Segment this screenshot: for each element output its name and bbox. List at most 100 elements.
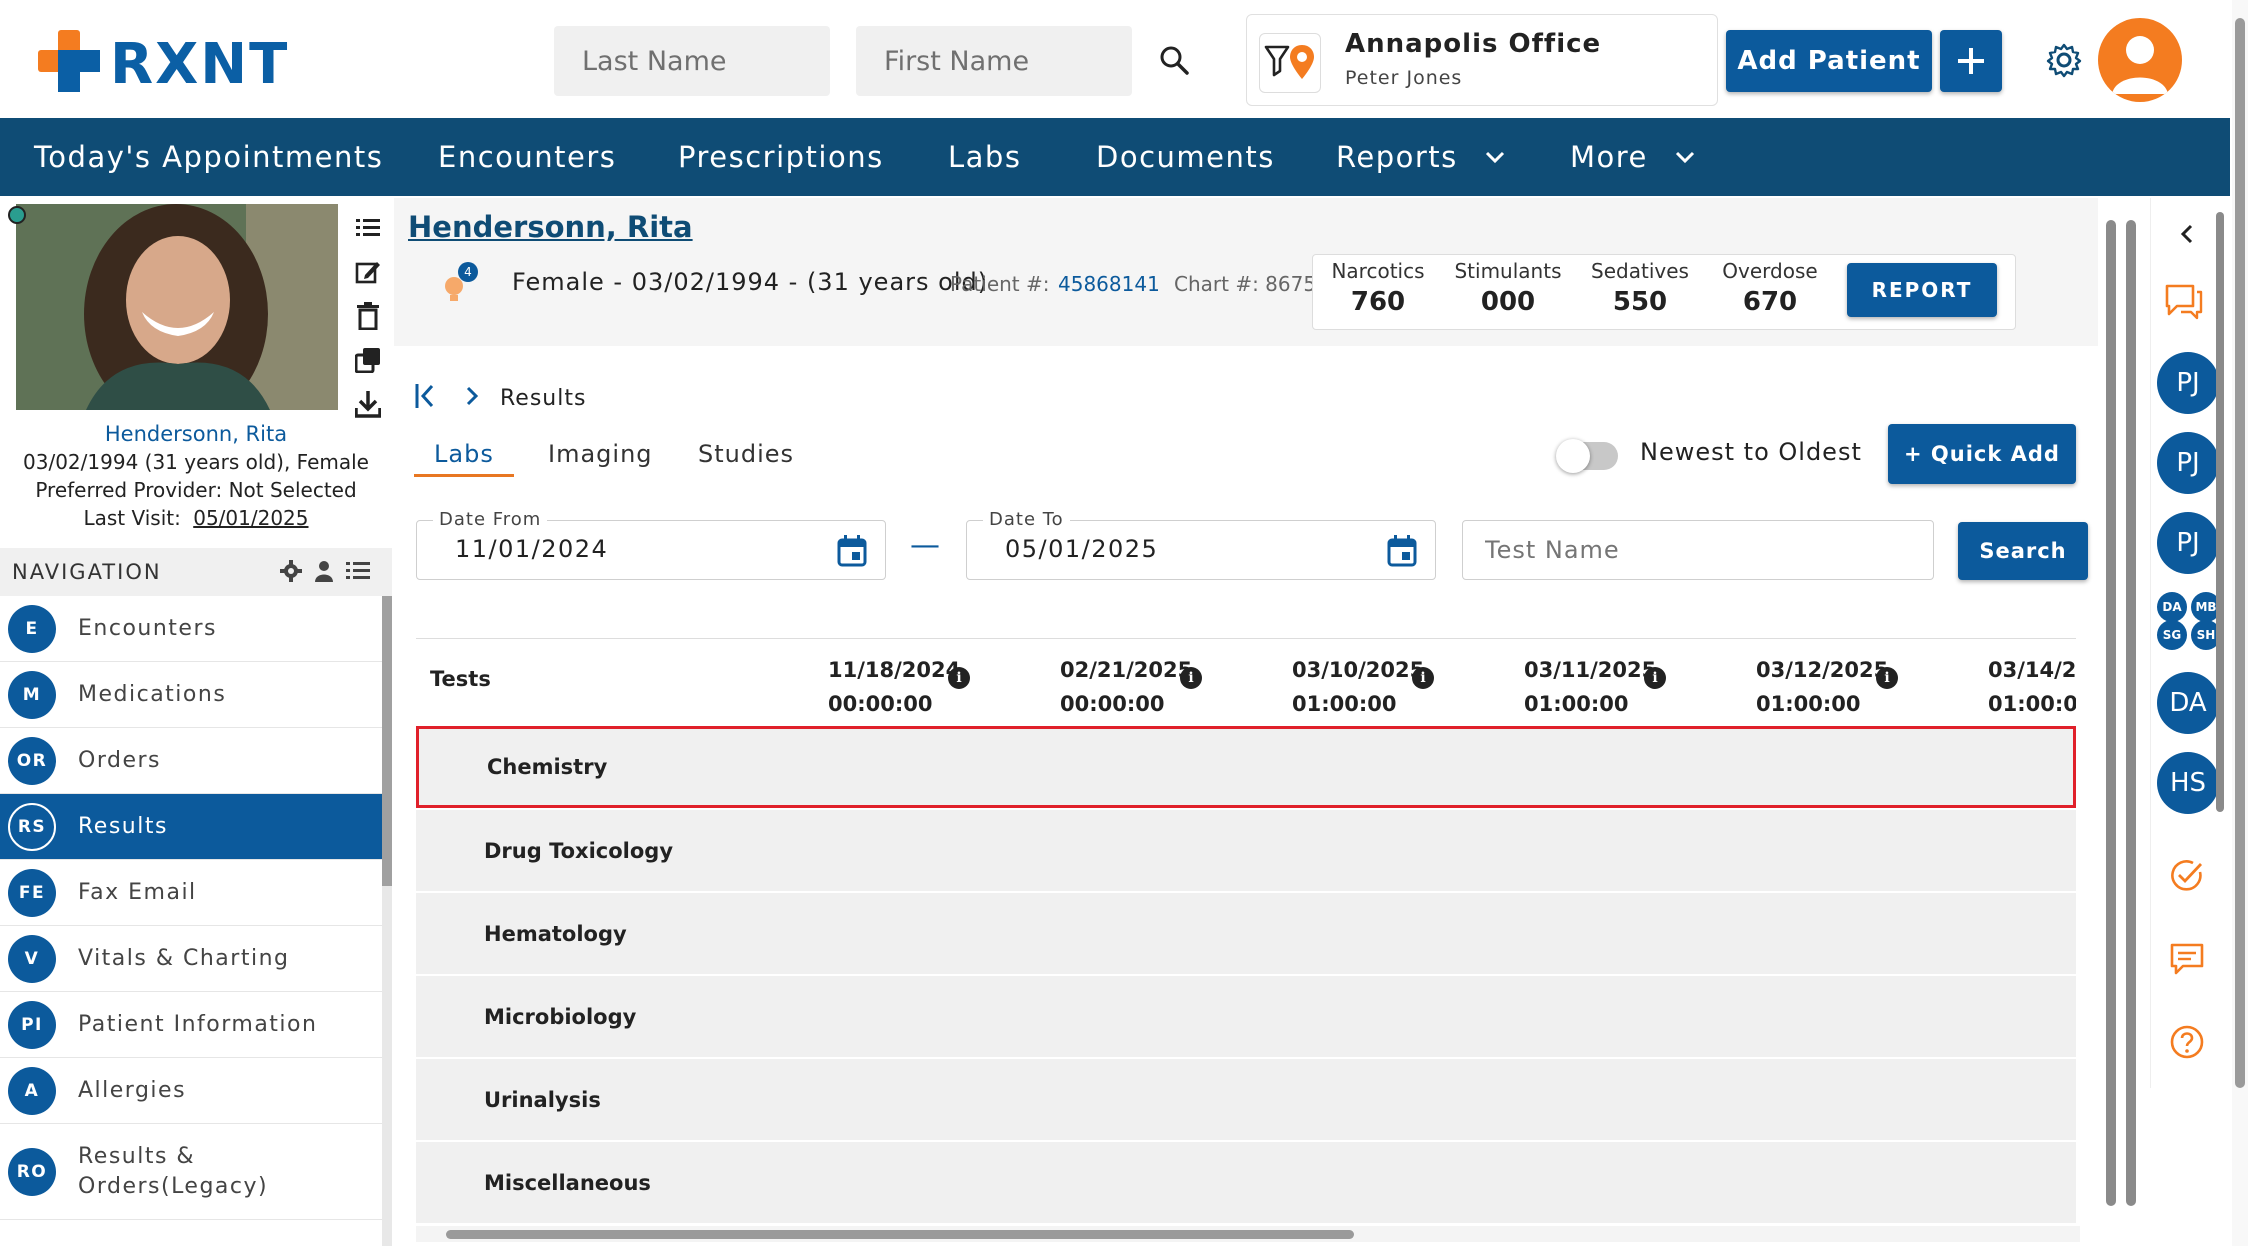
last-name-input[interactable]: [554, 26, 830, 96]
check-circle-icon[interactable]: [2169, 858, 2205, 898]
date-range-separator: —: [910, 528, 940, 563]
last-visit-date[interactable]: 05/01/2025: [193, 506, 308, 530]
list-icon[interactable]: [346, 561, 370, 586]
info-icon[interactable]: i: [1644, 667, 1666, 689]
download-icon[interactable]: [352, 382, 384, 426]
right-rail-scrollbar[interactable]: [2214, 198, 2226, 828]
main-navbar: Today's Appointments Encounters Prescrip…: [0, 118, 2230, 196]
nav-item-results-orders-legacy[interactable]: RO Results & Orders(Legacy): [0, 1124, 382, 1220]
navigation-scrollbar-thumb[interactable]: [382, 596, 392, 886]
nav-item-patient-information[interactable]: PI Patient Information: [0, 992, 382, 1058]
nav-item-results[interactable]: RS Results: [0, 794, 382, 860]
nav-more[interactable]: More: [1570, 118, 1696, 196]
info-icon[interactable]: i: [948, 667, 970, 689]
grid-column-header[interactable]: 03/10/2025 01:00:00: [1292, 653, 1424, 721]
gear-icon[interactable]: [280, 560, 302, 587]
grid-column-header[interactable]: 11/18/2024 00:00:00: [828, 653, 960, 721]
user-avatar[interactable]: PJ: [2157, 512, 2219, 574]
sort-order-toggle[interactable]: [1556, 439, 1618, 473]
add-patient-button[interactable]: Add Patient: [1726, 30, 1932, 92]
calendar-icon[interactable]: [1387, 535, 1417, 571]
date-from-field[interactable]: Date From 11/01/2024: [416, 509, 886, 580]
grid-scrollbar-thumb[interactable]: [2126, 220, 2136, 1206]
alert-bulb-icon[interactable]: 4: [440, 262, 478, 308]
help-icon[interactable]: [2169, 1024, 2205, 1064]
nav-item-badge: OR: [8, 736, 56, 785]
grid-column-header[interactable]: 03/14/202 01:00:00: [1988, 653, 2076, 721]
user-avatar[interactable]: PJ: [2157, 352, 2219, 414]
grid-row-urinalysis[interactable]: Urinalysis: [416, 1059, 2076, 1141]
patient-number[interactable]: 45868141: [1058, 272, 1160, 296]
nav-item-medications[interactable]: M Medications: [0, 662, 382, 728]
nav-prescriptions[interactable]: Prescriptions: [678, 118, 884, 196]
grid-column-header[interactable]: 03/12/2025 01:00:00: [1756, 653, 1888, 721]
nav-item-orders[interactable]: OR Orders: [0, 728, 382, 794]
copy-icon[interactable]: [352, 338, 384, 382]
page-scrollbar[interactable]: [2232, 0, 2248, 1246]
chat-bubbles-icon[interactable]: [2163, 282, 2203, 324]
nav-labs[interactable]: Labs: [948, 118, 1021, 196]
page-scrollbar-thumb[interactable]: [2235, 18, 2245, 1088]
grid-horizontal-scrollbar-thumb[interactable]: [446, 1230, 1354, 1239]
nav-item-vitals-charting[interactable]: V Vitals & Charting: [0, 926, 382, 992]
patient-card-name[interactable]: Hendersonn, Rita: [0, 422, 392, 446]
tab-labs[interactable]: Labs: [414, 434, 514, 477]
list-icon[interactable]: [352, 206, 384, 250]
tab-imaging[interactable]: Imaging: [528, 434, 673, 474]
main-scrollbar-thumb[interactable]: [2106, 220, 2116, 1206]
rxnt-logo[interactable]: RXNT: [38, 30, 287, 97]
info-icon[interactable]: i: [1180, 667, 1202, 689]
grid-column-header[interactable]: 03/11/2025 01:00:00: [1524, 653, 1656, 721]
main-scrollbar[interactable]: [2104, 204, 2118, 1208]
date-to-field[interactable]: Date To 05/01/2025: [966, 509, 1436, 580]
test-name-input[interactable]: [1462, 520, 1934, 580]
tab-studies[interactable]: Studies: [678, 434, 814, 474]
grid-row-chemistry[interactable]: Chemistry: [416, 726, 2076, 808]
nav-encounters[interactable]: Encounters: [438, 118, 616, 196]
edit-icon[interactable]: [352, 250, 384, 294]
chevron-right-icon[interactable]: [464, 384, 480, 412]
first-name-input[interactable]: [856, 26, 1132, 96]
nav-todays-appointments[interactable]: Today's Appointments: [34, 118, 383, 196]
mini-avatar[interactable]: SG: [2157, 620, 2187, 650]
grid-scrollbar[interactable]: [2124, 204, 2138, 1208]
collapse-left-icon[interactable]: [414, 381, 438, 415]
navigation-list: E Encounters M Medications OR Orders RS Resu…: [0, 596, 382, 1246]
user-avatar-icon[interactable]: [2098, 18, 2182, 102]
grid-column-header[interactable]: 02/21/2025 00:00:00: [1060, 653, 1192, 721]
office-filter-pin[interactable]: [1259, 33, 1321, 93]
patient-name-link[interactable]: Hendersonn, Rita: [408, 210, 693, 244]
grid-row-microbiology[interactable]: Microbiology: [416, 976, 2076, 1058]
grid-horizontal-scrollbar[interactable]: [416, 1226, 2080, 1242]
stat-value: 550: [1612, 287, 1668, 317]
quick-add-button[interactable]: + Quick Add: [1888, 424, 2076, 484]
patient-number-label: Patient #:: [950, 272, 1050, 296]
nav-item-allergies[interactable]: A Allergies: [0, 1058, 382, 1124]
chevron-left-icon[interactable]: [2179, 222, 2195, 250]
search-icon[interactable]: [1150, 36, 1198, 84]
nav-item-fax-email[interactable]: FE Fax Email: [0, 860, 382, 926]
person-icon[interactable]: [314, 560, 334, 587]
calendar-icon[interactable]: [837, 535, 867, 571]
gear-icon[interactable]: [2040, 36, 2088, 84]
report-button[interactable]: REPORT: [1847, 263, 1997, 317]
trash-icon[interactable]: [352, 294, 384, 338]
message-icon[interactable]: [2169, 942, 2205, 980]
mini-avatar[interactable]: DA: [2157, 592, 2187, 622]
add-plus-button[interactable]: [1940, 30, 2002, 92]
search-button[interactable]: Search: [1958, 522, 2088, 580]
right-rail-scrollbar-thumb[interactable]: [2216, 212, 2224, 812]
navigation-scrollbar[interactable]: [382, 596, 392, 1246]
nav-documents[interactable]: Documents: [1096, 118, 1275, 196]
office-selector[interactable]: Annapolis Office Peter Jones: [1246, 14, 1718, 106]
user-avatar[interactable]: PJ: [2157, 432, 2219, 494]
user-avatar[interactable]: DA: [2157, 672, 2219, 734]
user-avatar[interactable]: HS: [2157, 752, 2219, 814]
nav-item-encounters[interactable]: E Encounters: [0, 596, 382, 662]
nav-reports[interactable]: Reports: [1336, 118, 1506, 196]
info-icon[interactable]: i: [1412, 667, 1434, 689]
grid-row-hematology[interactable]: Hematology: [416, 893, 2076, 975]
info-icon[interactable]: i: [1876, 667, 1898, 689]
grid-row-miscellaneous[interactable]: Miscellaneous: [416, 1142, 2076, 1224]
grid-row-drug-toxicology[interactable]: Drug Toxicology: [416, 810, 2076, 892]
